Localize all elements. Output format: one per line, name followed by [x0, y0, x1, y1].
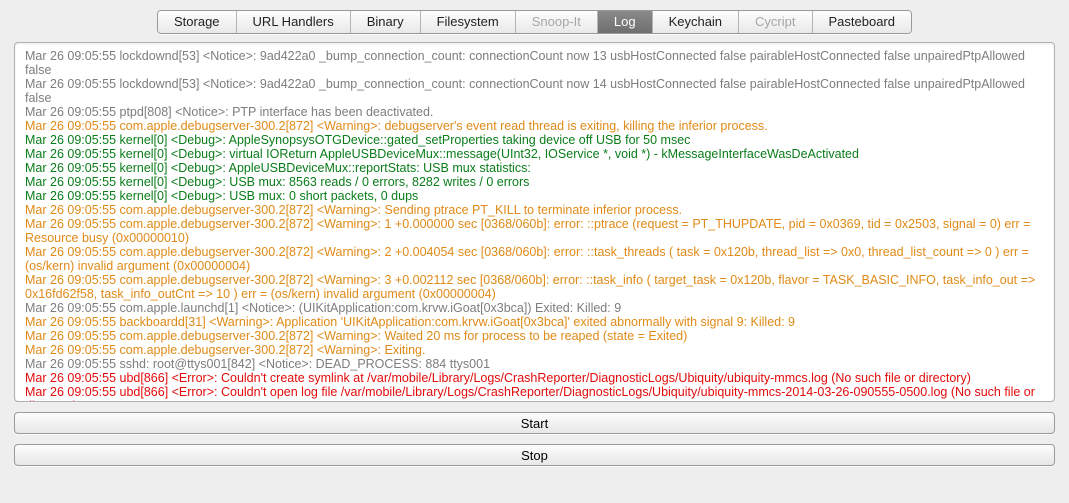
log-line: Mar 26 09:05:55 com.apple.debugserver-30… — [25, 203, 1044, 217]
log-line: Mar 26 09:05:55 com.apple.launchd[1] <No… — [25, 301, 1044, 315]
tab-segmented-control: StorageURL HandlersBinaryFilesystemSnoop… — [157, 10, 912, 34]
log-line: Mar 26 09:05:55 backboardd[31] <Warning>… — [25, 315, 1044, 329]
tab-keychain[interactable]: Keychain — [653, 11, 739, 33]
log-line: Mar 26 09:05:55 kernel[0] <Debug>: virtu… — [25, 147, 1044, 161]
window: StorageURL HandlersBinaryFilesystemSnoop… — [0, 0, 1069, 482]
log-line: Mar 26 09:05:55 com.apple.debugserver-30… — [25, 343, 1044, 357]
tab-bar: StorageURL HandlersBinaryFilesystemSnoop… — [14, 10, 1055, 34]
log-output[interactable]: Mar 26 09:05:55 lockdownd[53] <Notice>: … — [14, 42, 1055, 402]
tab-log[interactable]: Log — [598, 11, 653, 33]
log-line: Mar 26 09:05:55 lockdownd[53] <Notice>: … — [25, 77, 1044, 105]
tab-storage[interactable]: Storage — [158, 11, 237, 33]
tab-pasteboard[interactable]: Pasteboard — [813, 11, 912, 33]
tab-binary[interactable]: Binary — [351, 11, 421, 33]
log-line: Mar 26 09:05:55 kernel[0] <Debug>: Apple… — [25, 133, 1044, 147]
log-line: Mar 26 09:05:55 com.apple.debugserver-30… — [25, 273, 1044, 301]
log-line: Mar 26 09:05:55 com.apple.debugserver-30… — [25, 119, 1044, 133]
tab-cycript: Cycript — [739, 11, 812, 33]
log-line: Mar 26 09:05:55 ubd[866] <Error>: Couldn… — [25, 371, 1044, 385]
tab-snoop-it: Snoop-It — [516, 11, 598, 33]
log-line: Mar 26 09:05:55 sshd: root@ttys001[842] … — [25, 357, 1044, 371]
log-line: Mar 26 09:05:55 ubd[866] <Error>: Couldn… — [25, 385, 1044, 402]
log-line: Mar 26 09:05:55 kernel[0] <Debug>: Apple… — [25, 161, 1044, 175]
start-button[interactable]: Start — [14, 412, 1055, 434]
log-line: Mar 26 09:05:55 lockdownd[53] <Notice>: … — [25, 49, 1044, 77]
log-line: Mar 26 09:05:55 ptpd[808] <Notice>: PTP … — [25, 105, 1044, 119]
tab-url-handlers[interactable]: URL Handlers — [237, 11, 351, 33]
button-row: Start Stop — [14, 412, 1055, 466]
tab-filesystem[interactable]: Filesystem — [421, 11, 516, 33]
log-line: Mar 26 09:05:55 com.apple.debugserver-30… — [25, 329, 1044, 343]
log-line: Mar 26 09:05:55 com.apple.debugserver-30… — [25, 217, 1044, 245]
log-line: Mar 26 09:05:55 com.apple.debugserver-30… — [25, 245, 1044, 273]
log-line: Mar 26 09:05:55 kernel[0] <Debug>: USB m… — [25, 189, 1044, 203]
log-line: Mar 26 09:05:55 kernel[0] <Debug>: USB m… — [25, 175, 1044, 189]
stop-button[interactable]: Stop — [14, 444, 1055, 466]
